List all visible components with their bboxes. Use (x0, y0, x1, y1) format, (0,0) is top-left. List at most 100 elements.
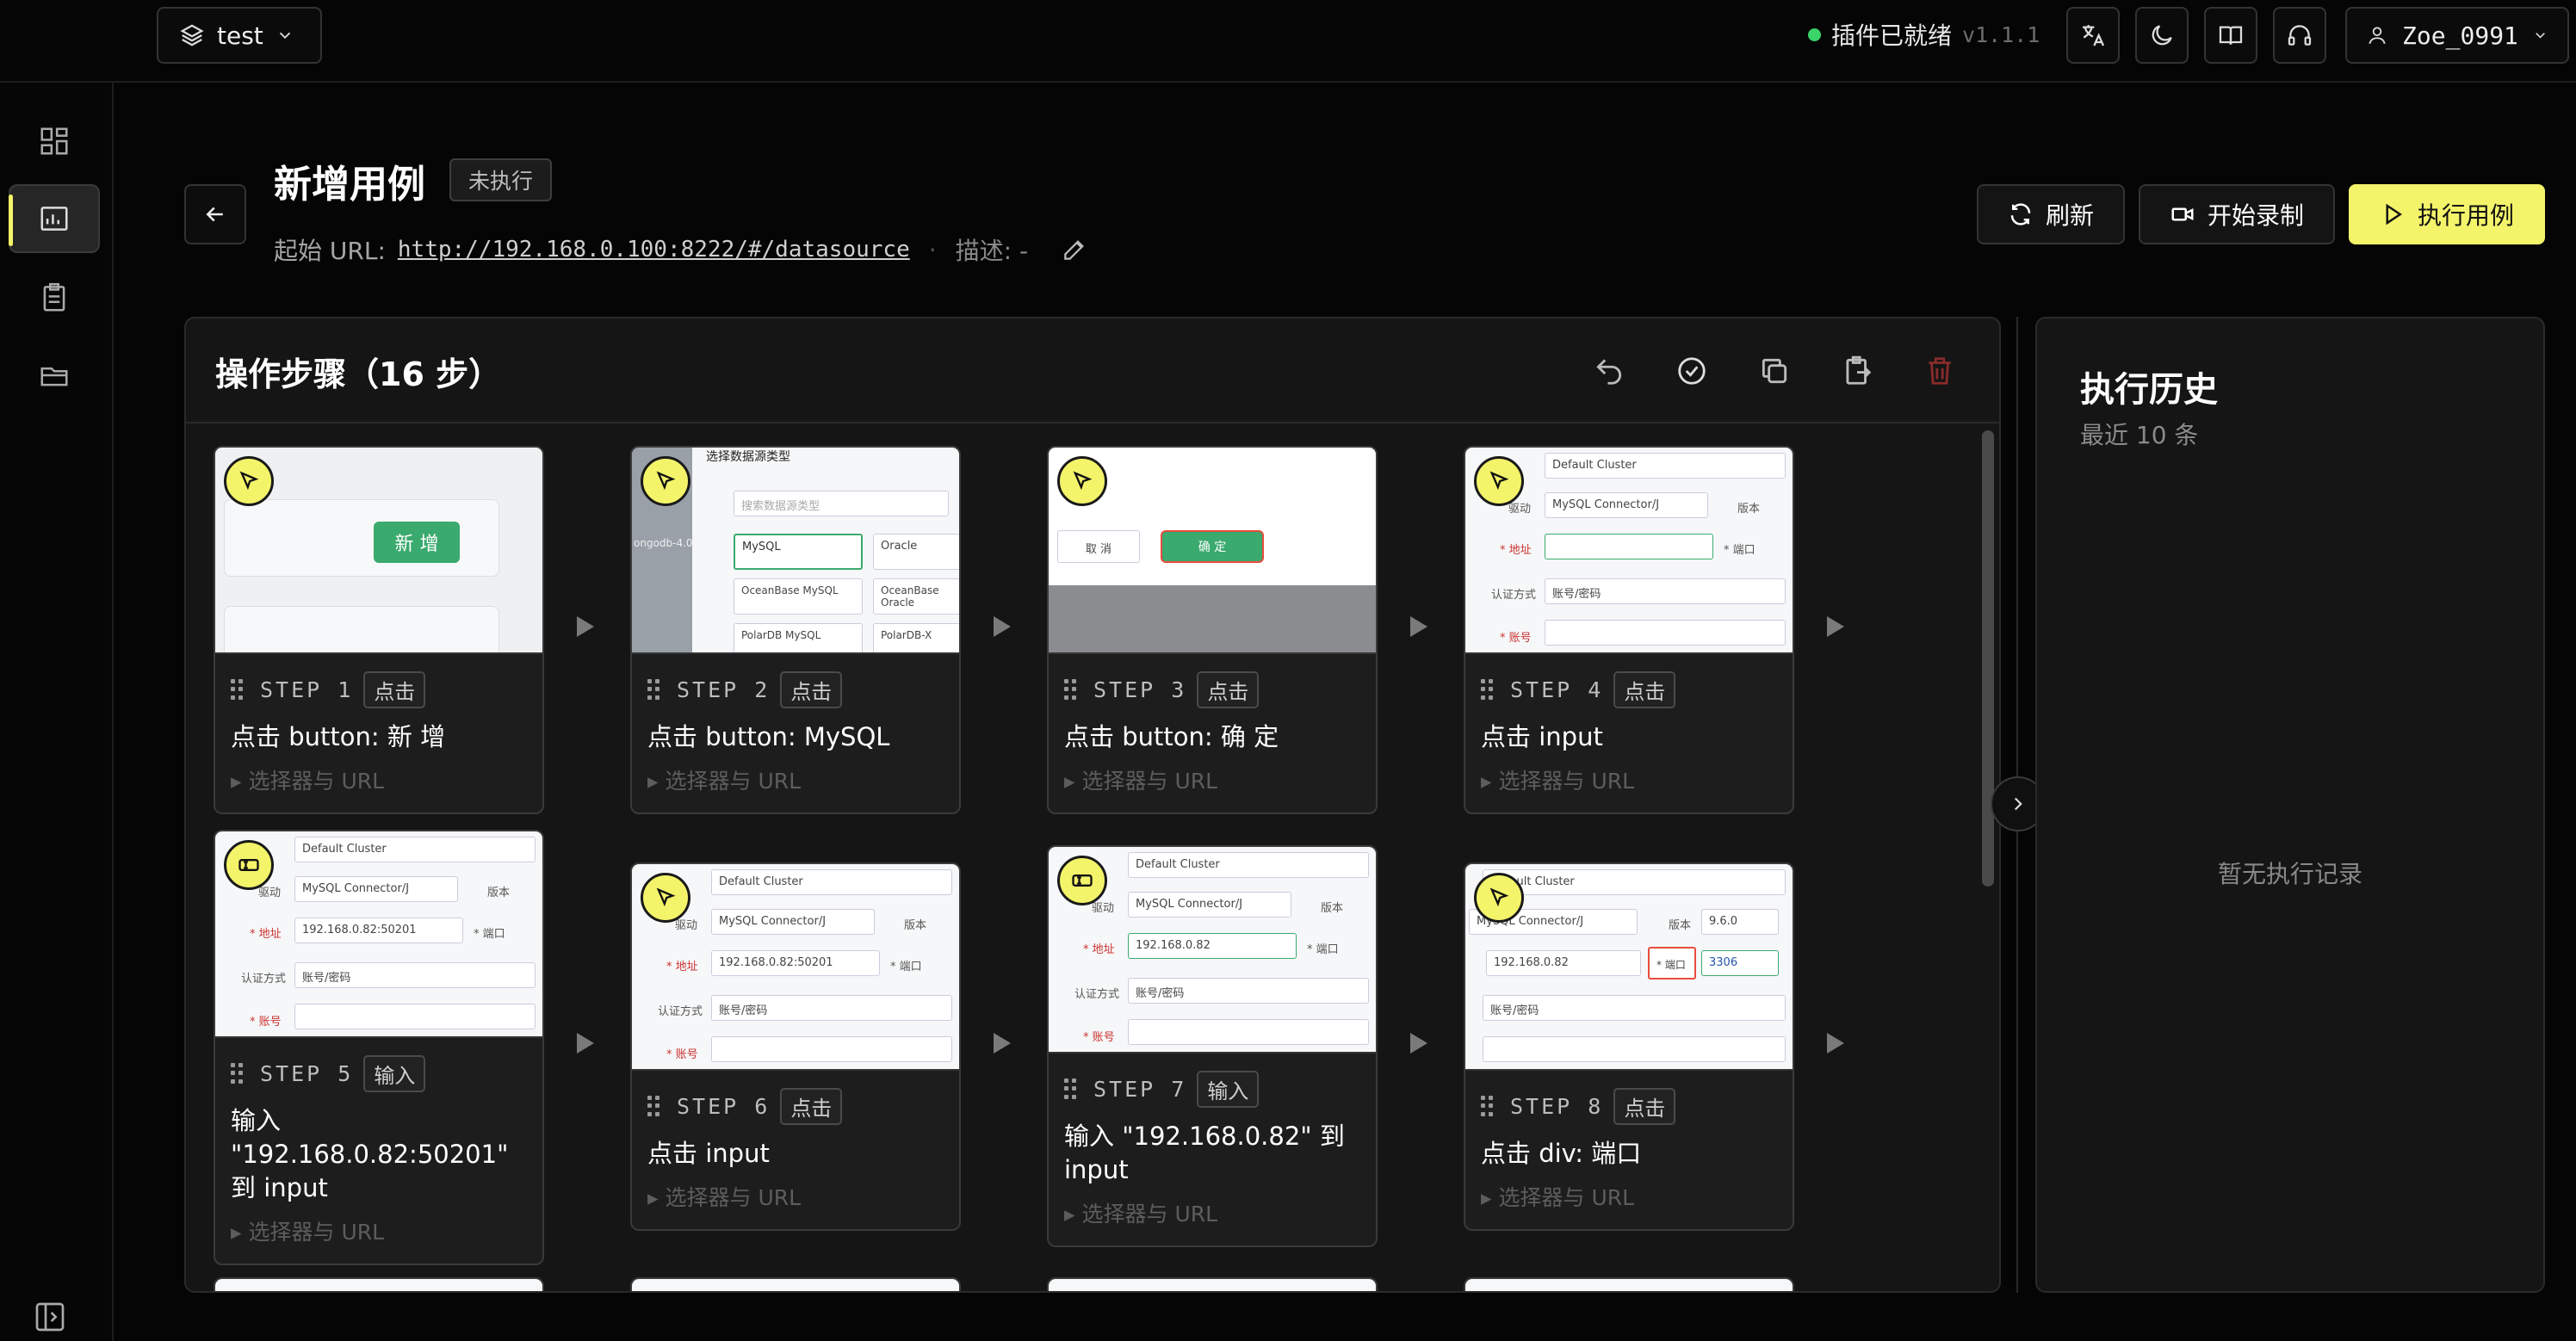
step-action: 点击 button: 确 定 (1064, 722, 1279, 751)
thumb-label: * 账号 (1083, 1031, 1115, 1044)
user-menu[interactable]: Zoe_0991 (2345, 7, 2569, 64)
drag-handle-icon[interactable] (1064, 678, 1076, 701)
history-panel: 执行历史 最近 10 条 暂无执行记录 (2035, 317, 2545, 1293)
sidebar-item-cases[interactable] (9, 184, 100, 253)
step-card[interactable]: Default Cluster 驱动 MySQL Connector/J 版本 … (1464, 446, 1794, 814)
thumb-title: 选择数据源类型 (706, 450, 790, 464)
step-card[interactable] (630, 1277, 961, 1291)
step-card[interactable] (1047, 1277, 1378, 1291)
delete-button[interactable] (1920, 351, 1960, 391)
run-case-button[interactable]: 执行用例 (2349, 184, 2545, 244)
thumb-driver: MySQL Connector/J (294, 876, 458, 902)
step-action: 点击 input (647, 1139, 770, 1168)
selector-url-toggle[interactable]: ▸ 选择器与 URL (215, 1205, 542, 1264)
step-type-badge[interactable] (224, 840, 274, 890)
step-type-badge[interactable] (641, 456, 690, 506)
step-action: 点击 input (1481, 722, 1603, 751)
project-selector[interactable]: test (157, 7, 322, 64)
thumb-label: * 地址 (1500, 544, 1532, 557)
thumb-port-label: * 端口 (1648, 947, 1696, 979)
thumb-label: * 端口 (474, 928, 505, 941)
step-thumbnail: Default Cluster 驱动 MySQL Connector/J 版本 … (215, 831, 542, 1038)
thumb-label: * 地址 (1083, 943, 1115, 956)
thumb-label: 版本 (1737, 503, 1761, 516)
headset-icon (2288, 25, 2312, 46)
step-card[interactable]: Default Cluster 驱动 MySQL Connector/J 版本 … (1047, 845, 1378, 1247)
sidebar-item-dashboard[interactable] (9, 107, 100, 176)
validate-button[interactable] (1672, 351, 1712, 391)
sidebar-collapse-icon[interactable] (33, 1300, 67, 1334)
drag-handle-icon[interactable] (231, 678, 243, 701)
step-card[interactable]: 选择数据源类型 搜索数据源类型 ongodb-4.0 MySQL Oracle … (630, 446, 961, 814)
step-card[interactable] (214, 1277, 544, 1291)
page-title: 新增用例 (274, 163, 425, 207)
thumb-ob-oracle: OceanBase Oracle (873, 578, 959, 615)
edit-pencil-icon[interactable] (1061, 236, 1088, 263)
docs-button[interactable] (2204, 7, 2257, 64)
step-card[interactable] (1464, 1277, 1794, 1291)
selector-url-toggle[interactable]: ▸ 选择器与 URL (1049, 754, 1376, 813)
start-recording-button[interactable]: 开始录制 (2139, 184, 2335, 244)
selector-url-toggle[interactable]: ▸ 选择器与 URL (215, 754, 542, 813)
step-card[interactable]: Default Cluster 驱动 MySQL Connector/J 版本 … (214, 830, 544, 1265)
chart-board-icon (40, 207, 68, 231)
language-button[interactable] (2066, 7, 2120, 64)
copy-button[interactable] (1755, 351, 1794, 391)
selector-url-toggle[interactable]: ▸ 选择器与 URL (1465, 1171, 1793, 1229)
undo-button[interactable] (1589, 351, 1629, 391)
step-type-tag: 点击 (363, 671, 426, 708)
step-type-badge[interactable] (1057, 856, 1107, 905)
step-type-badge[interactable] (224, 456, 274, 506)
selector-url-toggle[interactable]: ▸ 选择器与 URL (1049, 1187, 1376, 1245)
back-button[interactable] (184, 184, 246, 244)
trash-icon (1929, 357, 1951, 385)
thumb-label: * 地址 (250, 928, 282, 941)
run-label: 执行用例 (2417, 201, 2514, 230)
step-number: STEP 8 (1510, 1094, 1604, 1119)
step-type-badge[interactable] (1474, 456, 1524, 506)
step-card[interactable]: 新 增 STEP 1 点击 点击 button: 新 增 ▸ 选择器与 URL (214, 446, 544, 814)
thumb-cluster: Default Cluster (711, 869, 952, 895)
drag-handle-icon[interactable] (231, 1062, 243, 1085)
drag-handle-icon[interactable] (647, 1095, 659, 1118)
start-url-link[interactable]: http://192.168.0.100:8222/#/datasource (398, 237, 910, 263)
sidebar-item-tasks[interactable] (9, 263, 100, 332)
step-card[interactable]: Default Cluster 驱动 MySQL Connector/J 版本 … (630, 862, 961, 1231)
thumb-text: ongodb-4.0 (634, 537, 693, 549)
refresh-button[interactable]: 刷新 (1977, 184, 2125, 244)
thumb-address: 192.168.0.82 (1128, 933, 1297, 959)
chevron-right-icon (2014, 797, 2022, 811)
drag-handle-icon[interactable] (1064, 1078, 1076, 1101)
layers-icon (180, 24, 204, 46)
description: 描述: - (955, 237, 1029, 265)
step-thumbnail: 选择数据源类型 搜索数据源类型 ongodb-4.0 MySQL Oracle … (632, 448, 959, 654)
grid-icon (40, 127, 68, 155)
selector-url-toggle[interactable]: ▸ 选择器与 URL (632, 1171, 959, 1229)
thumb-add-button: 新 增 (374, 522, 460, 563)
plugin-status: 插件已就绪 v1.1.1 (1808, 17, 2040, 52)
support-button[interactable] (2273, 7, 2326, 64)
step-type-tag: 点击 (1197, 671, 1260, 708)
step-card[interactable]: 取 消 确 定 STEP 3 点击 点击 button: 确 定 ▸ 选择器与 U… (1047, 446, 1378, 814)
drag-handle-icon[interactable] (1481, 678, 1493, 701)
step-thumbnail: Default Cluster 驱动 MySQL Connector/J 版本 … (632, 864, 959, 1071)
scrollbar[interactable] (1982, 430, 1994, 887)
step-type-badge[interactable] (1474, 873, 1524, 923)
thumb-label: 认证方式 (241, 973, 287, 986)
selector-url-toggle[interactable]: ▸ 选择器与 URL (1465, 754, 1793, 813)
drag-handle-icon[interactable] (1481, 1095, 1493, 1118)
thumb-auth: 账号/密码 (1545, 578, 1786, 604)
step-type-badge[interactable] (641, 873, 690, 923)
step-type-badge[interactable] (1057, 456, 1107, 506)
export-button[interactable] (1837, 351, 1877, 391)
sidebar-item-files[interactable] (9, 341, 100, 410)
step-card[interactable]: Default Cluster MySQL Connector/J 版本 9.6… (1464, 862, 1794, 1231)
cursor-click-icon (1073, 471, 1093, 491)
theme-toggle-button[interactable] (2135, 7, 2189, 64)
step-type-tag: 点击 (1613, 671, 1676, 708)
thumb-auth: 账号/密码 (711, 995, 952, 1021)
selector-url-toggle[interactable]: ▸ 选择器与 URL (632, 754, 959, 813)
steps-panel-header: 操作步骤（16 步） (186, 318, 1999, 423)
thumb-address: 192.168.0.82:50201 (294, 918, 463, 943)
drag-handle-icon[interactable] (647, 678, 659, 701)
